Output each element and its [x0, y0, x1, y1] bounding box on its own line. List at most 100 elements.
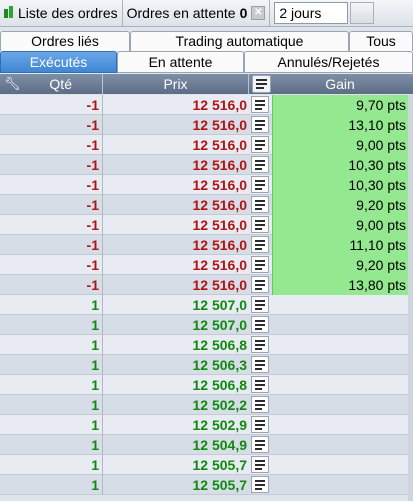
- price-cell: 12 505,7: [192, 477, 248, 493]
- qty-cell: -1: [0, 275, 103, 295]
- clear-icon[interactable]: ✕: [251, 6, 266, 20]
- price-cell: 12 504,9: [192, 437, 248, 453]
- column-header-prix[interactable]: Prix: [103, 74, 249, 94]
- table-row[interactable]: 1 12 505,7: [0, 455, 413, 475]
- details-icon[interactable]: [251, 396, 269, 413]
- gain-cell: [272, 295, 408, 315]
- details-icon[interactable]: [251, 296, 269, 313]
- table-row[interactable]: -1 12 516,0 13,80 pts: [0, 275, 413, 295]
- table-row[interactable]: 1 12 502,2: [0, 395, 413, 415]
- details-icon[interactable]: [251, 276, 269, 293]
- table-row[interactable]: -1 12 516,0 10,30 pts: [0, 155, 413, 175]
- details-icon[interactable]: [251, 116, 269, 133]
- price-cell: 12 502,2: [192, 397, 248, 413]
- table-row[interactable]: -1 12 516,0 9,20 pts: [0, 255, 413, 275]
- gain-cell: 10,30 pts: [272, 155, 408, 175]
- price-cell: 12 516,0: [192, 97, 248, 113]
- table-row[interactable]: -1 12 516,0 11,10 pts: [0, 235, 413, 255]
- period-value: 2 jours: [279, 5, 322, 21]
- vertical-scrollbar[interactable]: [408, 95, 413, 501]
- table-row[interactable]: 1 12 506,3: [0, 355, 413, 375]
- tab-all[interactable]: Tous: [349, 31, 413, 51]
- details-icon[interactable]: [251, 96, 269, 113]
- pending-orders-label: Ordres en attente: [126, 5, 236, 21]
- qty-cell: 1: [0, 295, 103, 315]
- orders-list-button[interactable]: Liste des ordres: [0, 0, 123, 27]
- price-cell: 12 506,3: [192, 357, 248, 373]
- gain-cell: 9,20 pts: [272, 195, 408, 215]
- qty-cell: -1: [0, 95, 103, 115]
- table-row[interactable]: 1 12 507,0: [0, 315, 413, 335]
- details-icon[interactable]: [251, 236, 269, 253]
- table-row[interactable]: 1 12 506,8: [0, 335, 413, 355]
- pending-orders-count: 0: [239, 5, 248, 21]
- pending-orders-indicator[interactable]: Ordres en attente 0 ✕: [123, 0, 271, 27]
- details-icon[interactable]: [251, 336, 269, 353]
- details-icon[interactable]: [251, 176, 269, 193]
- table-row[interactable]: -1 12 516,0 10,30 pts: [0, 175, 413, 195]
- price-cell: 12 507,0: [192, 317, 248, 333]
- price-cell: 12 505,7: [192, 457, 248, 473]
- details-icon[interactable]: [251, 256, 269, 273]
- column-header-qte[interactable]: Qté: [0, 74, 103, 94]
- details-icon[interactable]: [251, 136, 269, 153]
- orders-table: -1 12 516,0 9,70 pts -1 12 516,0 13,10 pts -1 1…: [0, 95, 413, 501]
- table-row[interactable]: 1 12 505,7: [0, 475, 413, 495]
- details-icon[interactable]: [251, 476, 269, 493]
- period-spinner[interactable]: [350, 2, 375, 24]
- gain-cell: [272, 435, 408, 455]
- details-icon[interactable]: [251, 436, 269, 453]
- tab-cancelled-rejected[interactable]: Annulés/Rejetés: [244, 51, 413, 73]
- qty-cell: 1: [0, 335, 103, 355]
- price-cell: 12 506,8: [192, 337, 248, 353]
- tabs-row-2: Exécutés En attente Annulés/Rejetés: [0, 51, 413, 73]
- gain-cell: [272, 475, 408, 495]
- details-column-icon[interactable]: [252, 75, 271, 93]
- price-cell: 12 502,9: [192, 417, 248, 433]
- gain-cell: 9,20 pts: [272, 255, 408, 275]
- grid-header: 🔧︎ Qté Prix Gain: [0, 74, 413, 94]
- qty-cell: 1: [0, 375, 103, 395]
- tab-linked-orders[interactable]: Ordres liés: [0, 31, 130, 51]
- column-header-gain[interactable]: Gain: [272, 74, 408, 94]
- qty-cell: -1: [0, 195, 103, 215]
- details-icon[interactable]: [251, 196, 269, 213]
- price-cell: 12 516,0: [192, 277, 248, 293]
- gain-cell: [272, 315, 408, 335]
- qty-cell: -1: [0, 215, 103, 235]
- table-row[interactable]: 1 12 507,0: [0, 295, 413, 315]
- details-icon[interactable]: [251, 456, 269, 473]
- gain-cell: [272, 415, 408, 435]
- qty-cell: 1: [0, 395, 103, 415]
- tab-executed[interactable]: Exécutés: [0, 51, 117, 73]
- details-icon[interactable]: [251, 156, 269, 173]
- table-row[interactable]: -1 12 516,0 13,10 pts: [0, 115, 413, 135]
- gain-cell: 10,30 pts: [272, 175, 408, 195]
- details-icon[interactable]: [251, 356, 269, 373]
- qty-cell: 1: [0, 455, 103, 475]
- gain-cell: 9,70 pts: [272, 95, 408, 115]
- table-row[interactable]: 1 12 502,9: [0, 415, 413, 435]
- qty-cell: -1: [0, 155, 103, 175]
- price-cell: 12 507,0: [192, 297, 248, 313]
- details-icon[interactable]: [251, 216, 269, 233]
- toolbar: Liste des ordres Ordres en attente 0 ✕ 2…: [0, 0, 413, 27]
- table-row[interactable]: -1 12 516,0 9,70 pts: [0, 95, 413, 115]
- qty-cell: -1: [0, 235, 103, 255]
- table-row[interactable]: -1 12 516,0 9,20 pts: [0, 195, 413, 215]
- details-icon[interactable]: [251, 316, 269, 333]
- details-icon[interactable]: [251, 376, 269, 393]
- table-row[interactable]: -1 12 516,0 9,00 pts: [0, 135, 413, 155]
- tab-auto-trading[interactable]: Trading automatique: [130, 31, 349, 51]
- table-row[interactable]: -1 12 516,0 9,00 pts: [0, 215, 413, 235]
- candlestick-icon: [4, 5, 16, 21]
- tab-pending[interactable]: En attente: [117, 51, 244, 73]
- details-icon[interactable]: [251, 416, 269, 433]
- table-row[interactable]: 1 12 506,8: [0, 375, 413, 395]
- period-select[interactable]: 2 jours: [274, 2, 349, 24]
- table-row[interactable]: 1 12 504,9: [0, 435, 413, 455]
- qty-cell: 1: [0, 415, 103, 435]
- qty-cell: -1: [0, 135, 103, 155]
- gain-cell: [272, 455, 408, 475]
- qty-cell: -1: [0, 115, 103, 135]
